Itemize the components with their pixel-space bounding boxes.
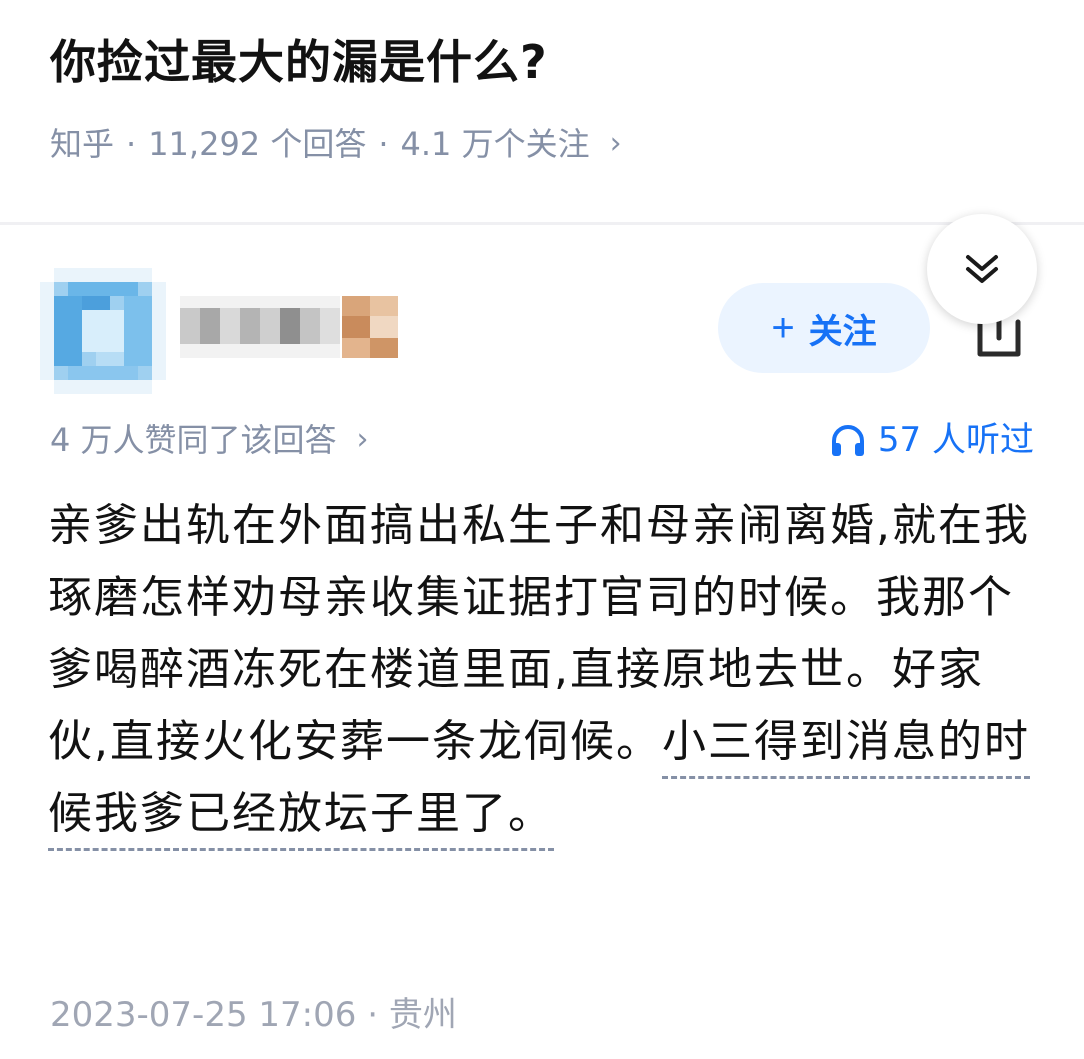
answer-body: 亲爹出轨在外面搞出私生子和母亲闹离婚,就在我琢磨怎样劝母亲收集证据打官司的时候。… <box>48 490 1038 850</box>
timestamp: 2023-07-25 17:06 <box>50 995 357 1035</box>
followers-count: 4.1 万个关注 <box>400 125 590 163</box>
author-badge-blurred <box>342 296 398 358</box>
chevron-right-icon: › <box>356 422 369 457</box>
question-title[interactable]: 你捡过最大的漏是什么? <box>50 30 548 94</box>
upvote-count: 4 万人赞同了该回答 <box>50 421 337 459</box>
location: 贵州 <box>388 995 457 1035</box>
plus-icon: + <box>771 305 795 350</box>
answer-text: 亲爹出轨在外面搞出私生子和母亲闹离婚,就在我琢磨怎样劝母亲收集证据打官司的时候。… <box>48 490 1038 850</box>
author-name-blurred[interactable] <box>180 296 340 358</box>
meta-separator: · <box>378 125 389 163</box>
meta-separator: · <box>126 125 137 163</box>
upvote-info[interactable]: 4 万人赞同了该回答 › <box>50 416 369 464</box>
location-separator: · <box>367 995 379 1035</box>
avatar[interactable] <box>40 268 166 394</box>
collapse-button[interactable] <box>927 214 1037 324</box>
double-chevron-down-icon <box>966 255 998 283</box>
chevron-right-icon: › <box>609 126 622 161</box>
answers-count: 11,292 个回答 <box>148 125 367 163</box>
question-meta[interactable]: 知乎 · 11,292 个回答 · 4.1 万个关注 › <box>50 120 622 168</box>
section-divider <box>0 222 1084 225</box>
follow-button[interactable]: + 关注 <box>718 283 930 373</box>
follow-button-label: 关注 <box>808 312 877 351</box>
headphones-icon <box>831 425 864 456</box>
listen-count: 57 人听过 <box>877 420 1034 460</box>
listen-info[interactable]: 57 人听过 <box>830 416 1034 464</box>
answer-timestamp: 2023-07-25 17:06 · 贵州 <box>50 990 457 1040</box>
source-label: 知乎 <box>50 125 115 163</box>
